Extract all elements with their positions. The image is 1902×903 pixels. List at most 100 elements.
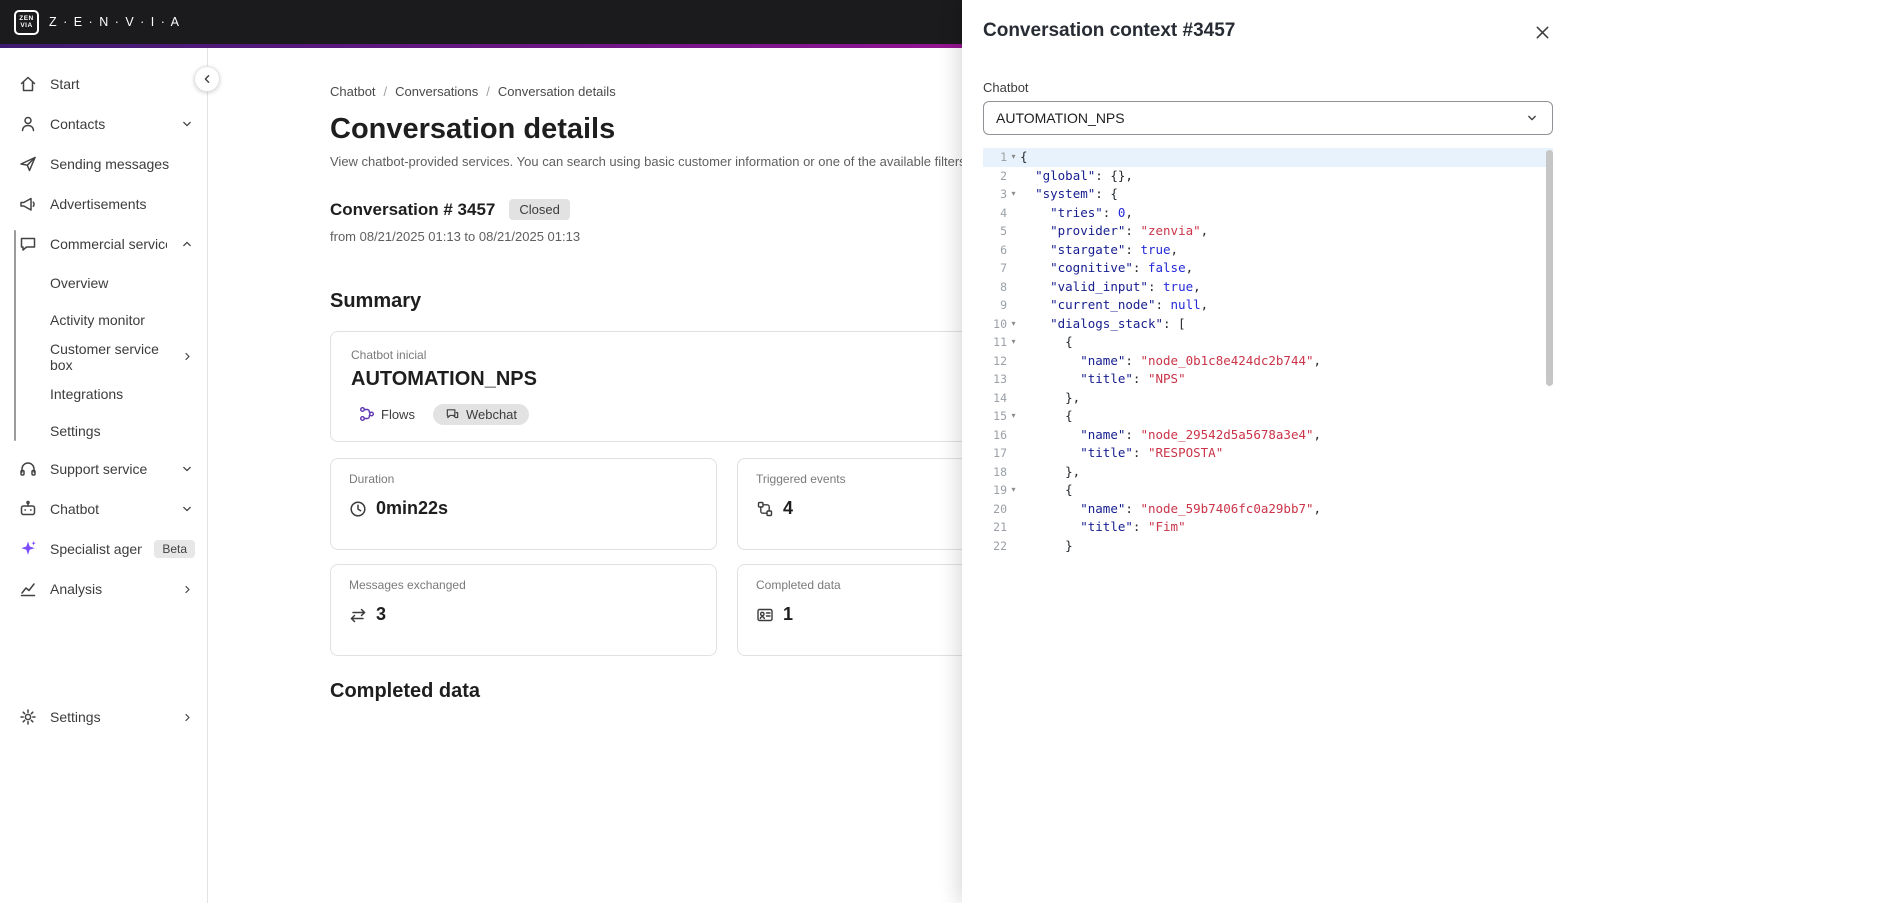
metric-value: 3	[376, 604, 387, 624]
metric-card-duration: Duration 0min22s	[330, 458, 717, 550]
contacts-icon	[18, 114, 38, 134]
metric-value: 4	[783, 498, 794, 518]
drawer-title: Conversation context #3457	[983, 20, 1236, 41]
chatbot-select[interactable]: AUTOMATION_NPS	[983, 101, 1553, 135]
webchat-icon	[445, 407, 460, 422]
conversation-heading: Conversation # 3457	[330, 199, 496, 219]
sidebar-subitem-label: Settings	[50, 422, 101, 439]
sidebar-item-label: Settings	[50, 709, 101, 725]
sidebar-item-label: Advertisements	[50, 196, 147, 212]
beta-badge: Beta	[154, 540, 195, 558]
sidebar-subitem-label: Integrations	[50, 385, 124, 402]
code-line: 18 },	[993, 463, 1081, 479]
sidebar-item-chatbot[interactable]: Chatbot	[0, 489, 207, 529]
sidebar-item-label: Sending messages	[50, 156, 170, 172]
json-code-editor[interactable]: 1 ▾{2 "global": {}, 3 ▾ "system": {4 "tries…	[983, 148, 1553, 556]
sidebar-item-analysis[interactable]: Analysis	[0, 569, 207, 609]
sidebar-item-sending-messages[interactable]: Sending messages	[0, 144, 207, 184]
metric-label: Duration	[349, 472, 395, 486]
close-icon[interactable]	[1531, 21, 1553, 43]
code-line: 3 ▾ "system": {	[1000, 186, 1118, 201]
chevron-down-icon	[179, 116, 195, 132]
code-line: 7 "cognitive": false,	[1000, 260, 1194, 275]
breadcrumb-chatbot[interactable]: Chatbot	[330, 84, 376, 99]
chevron-up-icon	[179, 236, 195, 252]
code-line: 5 "provider": "zenvia",	[1000, 223, 1209, 238]
flows-chip[interactable]: Flows	[351, 403, 423, 425]
zenvia-wordmark: Z · E · N · V · I · A	[49, 15, 181, 29]
zenvia-logo-icon[interactable]: ZEN VIA	[14, 9, 39, 35]
sidebar-collapse-button[interactable]	[194, 66, 220, 92]
send-icon	[18, 154, 38, 174]
metric-label: Messages exchanged	[349, 578, 466, 592]
chevron-left-icon	[204, 75, 210, 83]
sidebar-subitem-label: Customer service box	[50, 340, 159, 373]
code-lines: 1 ▾{2 "global": {}, 3 ▾ "system": {4 "tries…	[983, 148, 1553, 555]
flows-chip-label: Flows	[381, 406, 415, 422]
exchange-arrows-icon	[349, 606, 367, 624]
chevron-right-icon	[180, 582, 195, 597]
logo-text-bottom: VIA	[20, 22, 33, 29]
breadcrumb-separator: /	[486, 84, 490, 99]
code-line: 22 }	[993, 537, 1073, 553]
code-line: 15 ▾ {	[993, 408, 1073, 423]
code-line: 20 "name": "node_59b7406fc0a29bb7",	[993, 500, 1322, 516]
chevron-down-icon	[1524, 110, 1540, 126]
sidebar-item-contacts[interactable]: Contacts	[0, 104, 207, 144]
sidebar-item-settings[interactable]: Settings	[0, 697, 207, 737]
contact-card-icon	[756, 606, 774, 624]
sidebar-item-label: Start	[50, 76, 80, 92]
triggered-events-icon	[756, 500, 774, 518]
sidebar-item-advertisements[interactable]: Advertisements	[0, 184, 207, 224]
metric-card-messages-exchanged: Messages exchanged 3	[330, 564, 717, 656]
sidebar-item-label: Support service	[50, 461, 148, 477]
breadcrumb-current: Conversation details	[497, 84, 616, 99]
chat-bubble-icon	[18, 234, 38, 254]
code-line: 2 "global": {},	[1000, 167, 1133, 183]
chevron-down-icon	[179, 501, 195, 517]
sidebar-item-overview[interactable]: Overview	[0, 264, 207, 301]
sidebar-item-label: Specialist agents	[50, 541, 143, 557]
chevron-right-icon	[180, 710, 195, 725]
sidebar-item-customer-service-box[interactable]: Customer service box	[0, 338, 207, 375]
code-line: 6 "stargate": true,	[1000, 241, 1179, 257]
code-line: 14 },	[993, 389, 1081, 405]
sidebar-item-commercial-service[interactable]: Commercial service	[0, 224, 207, 264]
code-line: 12 "name": "node_0b1c8e424dc2b744",	[993, 352, 1322, 368]
sidebar-item-activity-monitor[interactable]: Activity monitor	[0, 301, 207, 338]
breadcrumb-separator: /	[383, 84, 388, 99]
conversation-context-drawer: Conversation context #3457 Chatbot AUTOM…	[962, 0, 1902, 903]
sidebar-item-start[interactable]: Start	[0, 64, 207, 104]
editor-scrollbar-thumb[interactable]	[1546, 150, 1553, 386]
megaphone-icon	[18, 194, 38, 214]
sidebar-item-settings-sub[interactable]: Settings	[0, 412, 207, 449]
headset-icon	[18, 459, 38, 479]
code-line: 16 "name": "node_29542d5a5678a3e4",	[993, 426, 1322, 442]
code-line: 19 ▾ {	[993, 482, 1073, 497]
sidebar-item-support-service[interactable]: Support service	[0, 449, 207, 489]
sidebar-group-commercial-service: Commercial service Overview Activity mon…	[0, 224, 207, 449]
webchat-chip: Webchat	[432, 403, 530, 425]
chart-icon	[18, 579, 38, 599]
webchat-chip-label: Webchat	[465, 406, 518, 422]
metric-value: 1	[783, 604, 794, 624]
chatbot-select-label: Chatbot	[983, 80, 1029, 95]
code-line: 11 ▾ {	[993, 334, 1073, 349]
code-line: 21 "title": "Fim"	[993, 519, 1186, 534]
sidebar-item-label: Commercial service	[50, 236, 167, 252]
sidebar-item-label: Analysis	[50, 581, 103, 597]
code-line: 1 ▾{	[983, 148, 1553, 167]
metric-value: 0min22s	[376, 498, 449, 518]
sidebar-item-label: Chatbot	[50, 501, 100, 517]
clock-icon	[349, 500, 367, 518]
bot-icon	[18, 499, 38, 519]
code-line: 17 "title": "RESPOSTA"	[993, 445, 1224, 460]
breadcrumb-conversations[interactable]: Conversations	[395, 84, 478, 99]
code-line: 10 ▾ "dialogs_stack": [	[993, 315, 1186, 331]
chevron-down-icon	[179, 461, 195, 477]
sidebar-item-label: Contacts	[50, 116, 106, 132]
sidebar-item-specialist-agents[interactable]: Specialist agents Beta	[0, 529, 207, 569]
sidebar-item-integrations[interactable]: Integrations	[0, 375, 207, 412]
code-line: 8 "valid_input": true,	[1000, 278, 1201, 294]
sparkle-icon	[18, 539, 38, 559]
